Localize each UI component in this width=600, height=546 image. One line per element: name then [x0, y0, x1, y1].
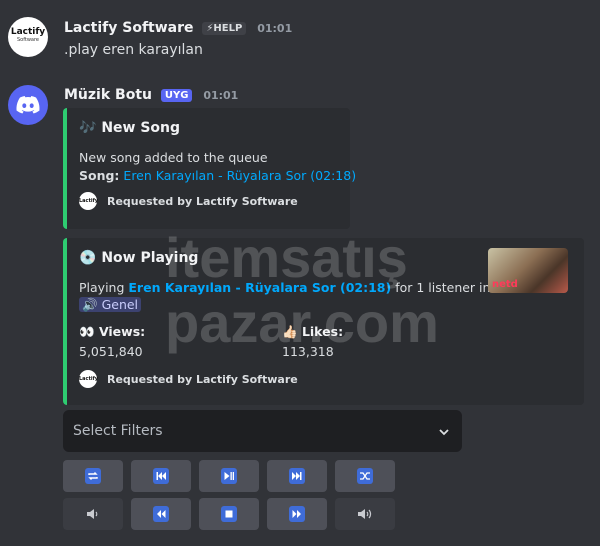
play-pause-icon — [221, 468, 237, 484]
next-track-icon — [289, 468, 305, 484]
volume-down-button[interactable] — [63, 498, 123, 530]
lactify-footer-icon: Lactify — [79, 370, 98, 388]
volume-up-button[interactable] — [335, 498, 395, 530]
views-field-label: 👀 Views: — [79, 324, 146, 339]
volume-up-icon — [358, 509, 372, 519]
disc-icon: 💿 — [79, 250, 97, 266]
author-name[interactable]: Müzik Botu — [64, 87, 152, 103]
speaker-icon: 🔊 — [82, 297, 98, 312]
previous-track-icon — [153, 468, 169, 484]
embed-description: New song added to the queue — [79, 150, 268, 165]
stop-icon — [221, 506, 237, 522]
message-content: .play eren karayılan — [64, 42, 203, 58]
next-button[interactable] — [267, 460, 327, 492]
message-1-header: Lactify Software ⚡HELP 01:01 — [64, 20, 292, 36]
embed-footer: Lactify Requested by Lactify Software — [79, 370, 298, 388]
embed-title: 🎶 New Song — [79, 120, 181, 136]
previous-button[interactable] — [131, 460, 191, 492]
views-value: 5,051,840 — [79, 344, 143, 359]
channel-mention[interactable]: 🔊 Genel — [79, 297, 142, 313]
rewind-button[interactable] — [131, 498, 191, 530]
author-name[interactable]: Lactify Software — [64, 20, 194, 36]
song-line: Song: Eren Karayılan - Rüyalara Sor (02:… — [79, 168, 357, 183]
lactify-footer-icon: Lactify — [79, 192, 98, 210]
embed-footer: Lactify Requested by Lactify Software — [79, 192, 298, 210]
rewind-icon — [153, 506, 169, 522]
discord-logo-icon — [16, 96, 40, 114]
new-song-embed: 🎶 New Song New song added to the queue S… — [63, 108, 356, 229]
message-2-header: Müzik Botu UYG 01:01 — [64, 87, 238, 103]
bot-avatar[interactable] — [8, 85, 48, 125]
fast-forward-icon — [289, 506, 305, 522]
song-link[interactable]: Eren Karayılan - Rüyalara Sor (02:18) — [123, 168, 356, 183]
shuffle-button[interactable] — [335, 460, 395, 492]
timestamp: 01:01 — [203, 89, 239, 102]
select-placeholder: Select Filters — [73, 423, 163, 439]
lactify-avatar[interactable]: Lactify Software — [8, 17, 48, 57]
music-notes-icon: 🎶 — [79, 120, 97, 136]
loop-button[interactable] — [63, 460, 123, 492]
filter-select[interactable]: Select Filters — [63, 410, 462, 452]
shuffle-icon — [357, 468, 373, 484]
help-badge: ⚡HELP — [202, 22, 247, 35]
chevron-down-icon — [439, 429, 449, 436]
fast-forward-button[interactable] — [267, 498, 327, 530]
eyes-icon: 👀 — [79, 324, 95, 339]
repeat-icon — [85, 468, 101, 484]
app-badge: UYG — [160, 89, 193, 102]
timestamp: 01:01 — [257, 22, 293, 35]
play-pause-button[interactable] — [199, 460, 259, 492]
volume-down-icon — [87, 509, 98, 519]
stop-button[interactable] — [199, 498, 259, 530]
watermark: itemsatış pazar.com — [165, 226, 439, 354]
